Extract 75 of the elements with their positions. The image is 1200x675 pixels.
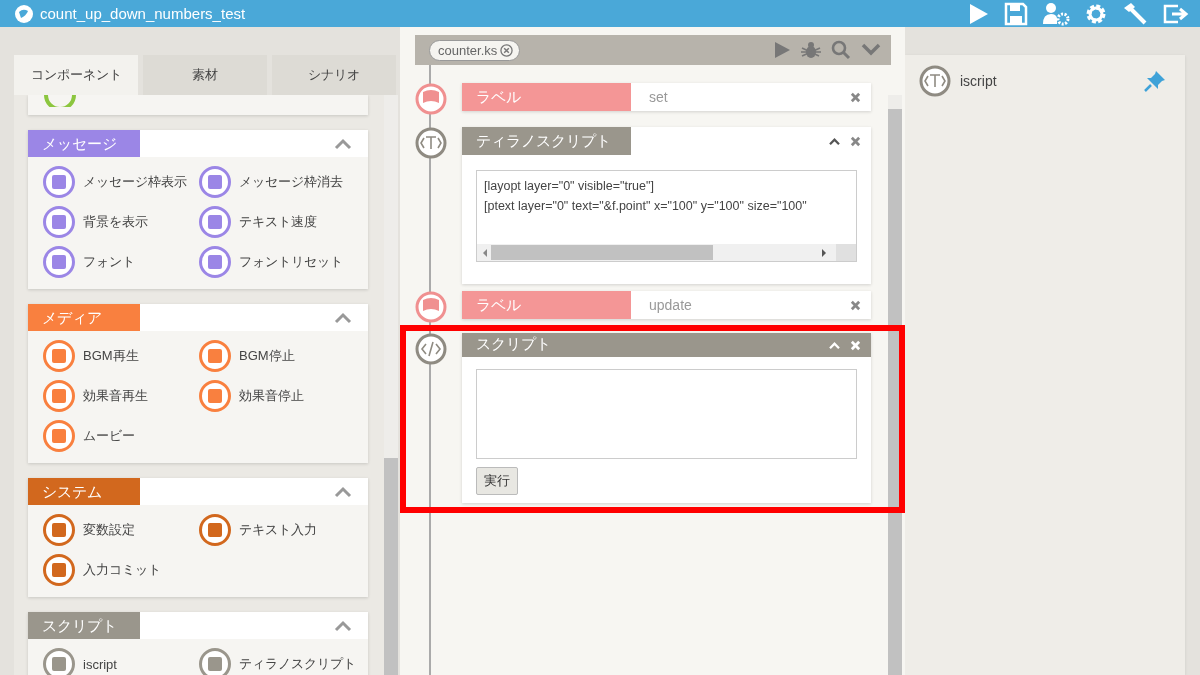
close-icon[interactable] <box>850 91 861 103</box>
scrollbar[interactable] <box>384 95 398 675</box>
code-line: [ptext layer="0" text="&f.point" x="100" y="100" size="100" <box>484 198 808 215</box>
horizontal-scrollbar[interactable] <box>477 244 856 261</box>
pinned-item-label[interactable]: iscript <box>960 73 997 89</box>
component-label[interactable]: BGM停止 <box>239 347 295 365</box>
component-icon[interactable] <box>42 245 76 279</box>
component-icon[interactable] <box>198 245 232 279</box>
component-icon[interactable] <box>198 205 232 239</box>
component-label[interactable]: ティラノスクリプト <box>239 655 356 673</box>
section-title: メディア <box>28 304 140 331</box>
block-title: ラベル <box>462 291 631 319</box>
component-label[interactable]: 入力コミット <box>83 561 161 579</box>
code-editor[interactable]: [layopt layer="0" visible="true"] [ptext layer="0" text="&f.point" x="100" y="100" size="100" <box>476 170 857 262</box>
close-icon[interactable] <box>850 299 861 311</box>
code-icon <box>415 333 447 365</box>
pin-icon[interactable] <box>1143 69 1167 93</box>
component-icon[interactable] <box>42 513 76 547</box>
script-input[interactable] <box>476 369 857 459</box>
section-title: スクリプト <box>28 612 140 639</box>
component-label[interactable]: ムービー <box>83 427 135 445</box>
component-icon[interactable] <box>198 513 232 547</box>
round-icon <box>43 95 77 107</box>
logo-icon <box>14 3 34 24</box>
user-gear-icon[interactable] <box>1042 1 1070 26</box>
label-name: update <box>648 297 693 313</box>
hammer-icon[interactable] <box>1122 1 1148 26</box>
component-label[interactable]: メッセージ枠表示 <box>83 173 187 191</box>
block-title: ティラノスクリプト <box>462 127 631 155</box>
component-label[interactable]: 効果音停止 <box>239 387 304 405</box>
component-icon[interactable] <box>42 419 76 453</box>
component-icon[interactable] <box>198 339 232 373</box>
component-label[interactable]: メッセージ枠消去 <box>239 173 343 191</box>
component-label[interactable]: 背景を表示 <box>83 213 148 231</box>
panel-tab[interactable]: コンポーネント <box>14 55 138 95</box>
panel-tab[interactable]: シナリオ <box>272 55 396 95</box>
component-label[interactable]: テキスト入力 <box>239 521 317 539</box>
component-label[interactable]: 変数設定 <box>83 521 135 539</box>
component-icon[interactable] <box>198 379 232 413</box>
flag-icon <box>415 291 447 323</box>
section-title: システム <box>28 478 140 505</box>
component-icon[interactable] <box>42 165 76 199</box>
component-label[interactable]: フォントリセット <box>239 253 343 271</box>
block-title: ラベル <box>462 83 631 111</box>
play-icon[interactable] <box>773 41 791 59</box>
chevron-down-icon[interactable] <box>861 43 881 57</box>
component-icon[interactable] <box>198 647 232 675</box>
window-title: count_up_down_numbers_test <box>40 5 246 22</box>
search-icon[interactable] <box>831 40 851 60</box>
close-icon[interactable] <box>500 43 514 57</box>
component-label[interactable]: テキスト速度 <box>239 213 317 231</box>
component-icon[interactable] <box>42 553 76 587</box>
component-label[interactable]: 効果音再生 <box>83 387 148 405</box>
tag-t-icon <box>919 65 951 97</box>
file-tab[interactable]: counter.ks <box>429 39 521 61</box>
component-label[interactable]: BGM再生 <box>83 347 139 365</box>
tag-t-icon <box>415 127 447 159</box>
flag-icon <box>415 83 447 115</box>
component-icon[interactable] <box>42 647 76 675</box>
component-icon[interactable] <box>42 379 76 413</box>
label-name: set <box>648 89 669 105</box>
bug-icon[interactable] <box>801 40 821 60</box>
component-icon[interactable] <box>42 205 76 239</box>
save-icon[interactable] <box>1004 1 1028 26</box>
component-icon[interactable] <box>42 339 76 373</box>
close-icon[interactable] <box>850 135 861 147</box>
section-title: メッセージ <box>28 130 140 157</box>
code-line: [layopt layer="0" visible="true"] <box>484 178 655 195</box>
component-label[interactable]: iscript <box>83 656 117 672</box>
panel-tab[interactable]: 素材 <box>143 55 267 95</box>
collapse-icon[interactable] <box>829 136 840 146</box>
run-button[interactable]: 実行 <box>476 467 518 495</box>
component-label[interactable]: フォント <box>83 253 135 271</box>
scrollbar[interactable] <box>888 95 902 675</box>
component-icon[interactable] <box>198 165 232 199</box>
